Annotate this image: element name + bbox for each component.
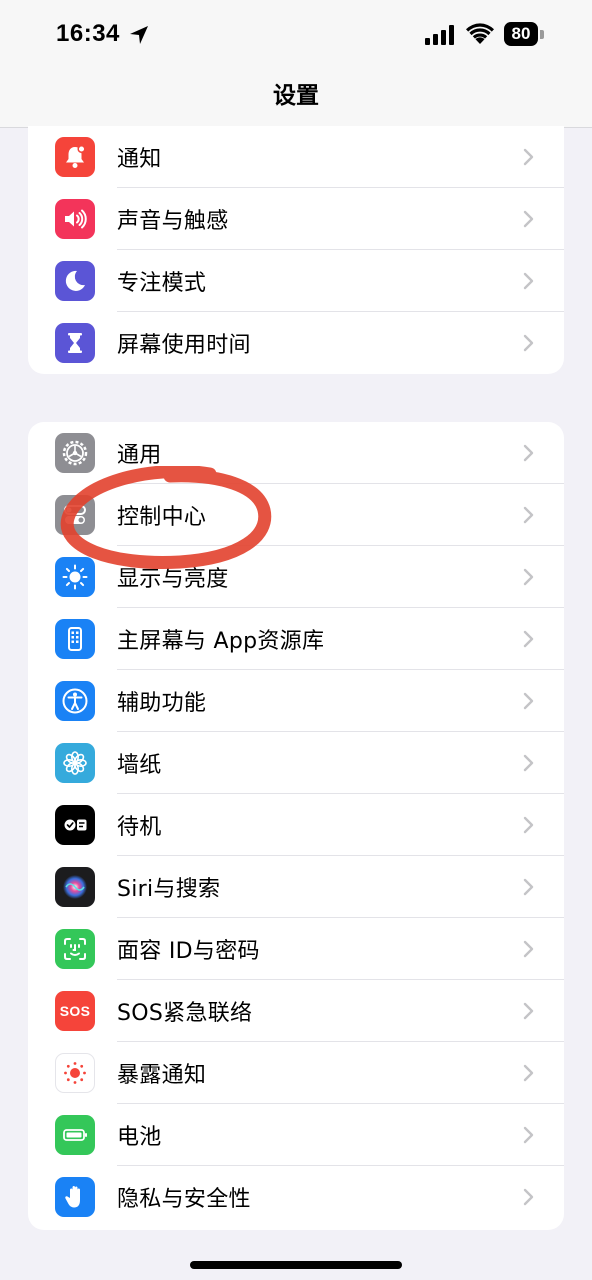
- settings-row-privacy[interactable]: 隐私与安全性: [28, 1166, 564, 1228]
- chevron-right-icon: [523, 444, 534, 462]
- speaker-icon: [55, 199, 95, 239]
- accessibility-icon: [55, 681, 95, 721]
- page-title: 设置: [273, 83, 319, 109]
- chevron-right-icon: [523, 630, 534, 648]
- chevron-right-icon: [523, 816, 534, 834]
- battery-indicator: 80: [504, 22, 538, 46]
- siri-icon: [55, 867, 95, 907]
- settings-row-battery[interactable]: 电池: [28, 1104, 564, 1166]
- settings-row-general[interactable]: 通用: [28, 422, 564, 484]
- chevron-right-icon: [523, 1188, 534, 1206]
- cellular-signal-icon: [425, 25, 454, 45]
- settings-row-label: SOS紧急联络: [117, 1001, 253, 1026]
- chevron-right-icon: [523, 568, 534, 586]
- settings-row-label: 屏幕使用时间: [117, 333, 251, 358]
- settings-row-label: 控制中心: [117, 505, 207, 530]
- chevron-right-icon: [523, 148, 534, 166]
- moon-icon: [55, 261, 95, 301]
- settings-row-label: 隐私与安全性: [117, 1187, 251, 1212]
- settings-row-label: 通用: [117, 443, 162, 468]
- wifi-icon: [466, 23, 494, 44]
- settings-row-siri[interactable]: Siri与搜索: [28, 856, 564, 918]
- settings-row-exposure[interactable]: 暴露通知: [28, 1042, 564, 1104]
- settings-row-label: 声音与触感: [117, 209, 229, 234]
- settings-row-display[interactable]: 显示与亮度: [28, 546, 564, 608]
- chevron-right-icon: [523, 692, 534, 710]
- settings-row-label: 显示与亮度: [117, 567, 229, 592]
- settings-group-1: 通知 声音与触感 专注模式 屏幕使用时间: [28, 126, 564, 374]
- gear-icon: [55, 433, 95, 473]
- home-indicator: [190, 1261, 402, 1269]
- settings-row-label: 专注模式: [117, 271, 207, 296]
- flower-icon: [55, 743, 95, 783]
- battery-icon: [55, 1115, 95, 1155]
- chevron-right-icon: [523, 1064, 534, 1082]
- settings-row-standby[interactable]: 待机: [28, 794, 564, 856]
- settings-row-sos[interactable]: SOS SOS紧急联络: [28, 980, 564, 1042]
- location-arrow-icon: [130, 26, 148, 44]
- home-screen-icon: [55, 619, 95, 659]
- faceid-icon: [55, 929, 95, 969]
- settings-row-notifications[interactable]: 通知: [28, 126, 564, 188]
- bell-icon: [55, 137, 95, 177]
- chevron-right-icon: [523, 1002, 534, 1020]
- hourglass-icon: [55, 323, 95, 363]
- settings-row-label: 暴露通知: [117, 1063, 207, 1088]
- exposure-icon: [55, 1053, 95, 1093]
- chevron-right-icon: [523, 1126, 534, 1144]
- settings-row-label: 墙纸: [117, 753, 162, 778]
- settings-row-label: Siri与搜索: [117, 877, 221, 902]
- settings-row-accessibility[interactable]: 辅助功能: [28, 670, 564, 732]
- settings-row-label: 辅助功能: [117, 691, 207, 716]
- chevron-right-icon: [523, 878, 534, 896]
- settings-row-label: 待机: [117, 815, 162, 840]
- chevron-right-icon: [523, 506, 534, 524]
- chevron-right-icon: [523, 210, 534, 228]
- hand-icon: [55, 1177, 95, 1217]
- sos-icon-text: SOS: [59, 1003, 91, 1019]
- status-bar: 16:34 80: [0, 0, 592, 72]
- settings-group-2: 通用 控制中心 显示与亮度 主屏幕与 App资源库 辅助功能 墙纸 待机 Sir…: [28, 422, 564, 1230]
- settings-row-label: 主屏幕与 App资源库: [117, 629, 325, 654]
- chevron-right-icon: [523, 272, 534, 290]
- chevron-right-icon: [523, 754, 534, 772]
- chevron-right-icon: [523, 334, 534, 352]
- standby-icon: [55, 805, 95, 845]
- settings-row-label: 面容 ID与密码: [117, 939, 260, 964]
- settings-row-home-screen[interactable]: 主屏幕与 App资源库: [28, 608, 564, 670]
- settings-row-label: 通知: [117, 147, 162, 172]
- sun-icon: [55, 557, 95, 597]
- settings-row-screen-time[interactable]: 屏幕使用时间: [28, 312, 564, 374]
- chevron-right-icon: [523, 940, 534, 958]
- switches-icon: [55, 495, 95, 535]
- settings-row-control-center[interactable]: 控制中心: [28, 484, 564, 546]
- nav-bar: 设置: [0, 72, 592, 128]
- sos-icon: SOS: [55, 991, 95, 1031]
- settings-row-wallpaper[interactable]: 墙纸: [28, 732, 564, 794]
- settings-row-sounds[interactable]: 声音与触感: [28, 188, 564, 250]
- settings-row-focus[interactable]: 专注模式: [28, 250, 564, 312]
- settings-row-label: 电池: [117, 1125, 162, 1150]
- battery-nub: [540, 30, 544, 39]
- settings-row-faceid[interactable]: 面容 ID与密码: [28, 918, 564, 980]
- status-time: 16:34: [56, 20, 120, 47]
